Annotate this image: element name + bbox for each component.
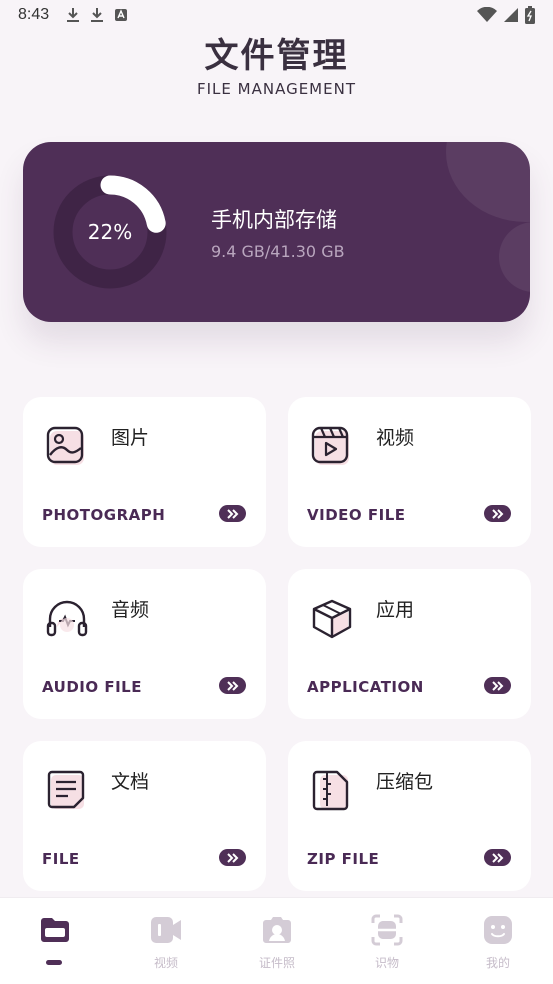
profile-icon [484, 916, 512, 944]
zip-icon [312, 770, 349, 811]
photo-icon [46, 426, 84, 465]
storage-name: 手机内部存储 [211, 208, 337, 232]
folder-icon [41, 918, 69, 942]
nav-item-profile[interactable]: 我的 [458, 914, 538, 971]
nav-label: 识物 [374, 956, 399, 970]
active-tab-indicator [46, 960, 62, 965]
storage-size: 9.4 GB/41.30 GB [211, 242, 345, 261]
category-card-zip[interactable]: 压缩包 ZIP FILE [288, 741, 531, 891]
decorative-circle [499, 222, 530, 292]
category-subtitle: ZIP FILE [307, 850, 380, 868]
category-title: 压缩包 [376, 771, 434, 793]
status-bar: 8:43 [0, 0, 553, 30]
category-title: 音频 [111, 599, 150, 621]
nav-item-id-photo[interactable]: 证件照 [237, 914, 317, 971]
chevron-double-right-icon[interactable] [219, 505, 246, 522]
video-camera-icon [151, 917, 181, 943]
nav-item-identify[interactable]: 识物 [347, 914, 427, 971]
category-subtitle: PHOTOGRAPH [42, 506, 166, 524]
chevron-double-right-icon[interactable] [484, 849, 511, 866]
chevron-double-right-icon[interactable] [219, 849, 246, 866]
category-title: 视频 [376, 427, 415, 449]
download-icon [67, 8, 79, 22]
headphones-icon [46, 600, 88, 637]
nav-label: 视频 [153, 956, 178, 970]
battery-icon [525, 6, 535, 24]
nav-label: 我的 [485, 956, 510, 970]
category-subtitle: VIDEO FILE [307, 506, 406, 524]
category-card-audio[interactable]: 音频 AUDIO FILE [23, 569, 266, 719]
category-subtitle: APPLICATION [307, 678, 424, 696]
page-subtitle: FILE MANAGEMENT [197, 80, 356, 98]
download-icon [91, 8, 103, 22]
category-card-document[interactable]: 文档 FILE [23, 741, 266, 891]
storage-card[interactable]: 22% 手机内部存储 9.4 GB/41.30 GB [23, 142, 530, 322]
category-card-photograph[interactable]: 图片 PHOTOGRAPH [23, 397, 266, 547]
chevron-double-right-icon[interactable] [484, 505, 511, 522]
wifi-icon [477, 7, 497, 22]
nav-item-files[interactable] [15, 914, 95, 950]
category-card-application[interactable]: 应用 APPLICATION [288, 569, 531, 719]
chevron-double-right-icon[interactable] [219, 677, 246, 694]
scan-icon [371, 914, 403, 946]
package-icon [312, 599, 352, 639]
document-icon [47, 770, 85, 809]
decorative-circle [446, 142, 530, 222]
video-icon [311, 426, 349, 465]
bottom-navigation: 视频 证件照 识物 我的 [0, 897, 553, 984]
nav-item-video[interactable]: 视频 [126, 914, 206, 971]
category-title: 图片 [111, 427, 150, 449]
category-title: 应用 [376, 599, 415, 621]
storage-percent: 22% [87, 220, 133, 244]
signal-icon [504, 8, 518, 22]
status-time: 8:43 [18, 6, 50, 23]
camera-icon [263, 917, 291, 943]
category-title: 文档 [111, 771, 150, 793]
chevron-double-right-icon[interactable] [484, 677, 511, 694]
nav-label: 证件照 [258, 956, 295, 970]
category-card-video[interactable]: 视频 VIDEO FILE [288, 397, 531, 547]
page-title: 文件管理 [204, 36, 349, 76]
category-subtitle: FILE [42, 850, 80, 868]
app-notification-icon [115, 9, 127, 21]
category-subtitle: AUDIO FILE [42, 678, 142, 696]
